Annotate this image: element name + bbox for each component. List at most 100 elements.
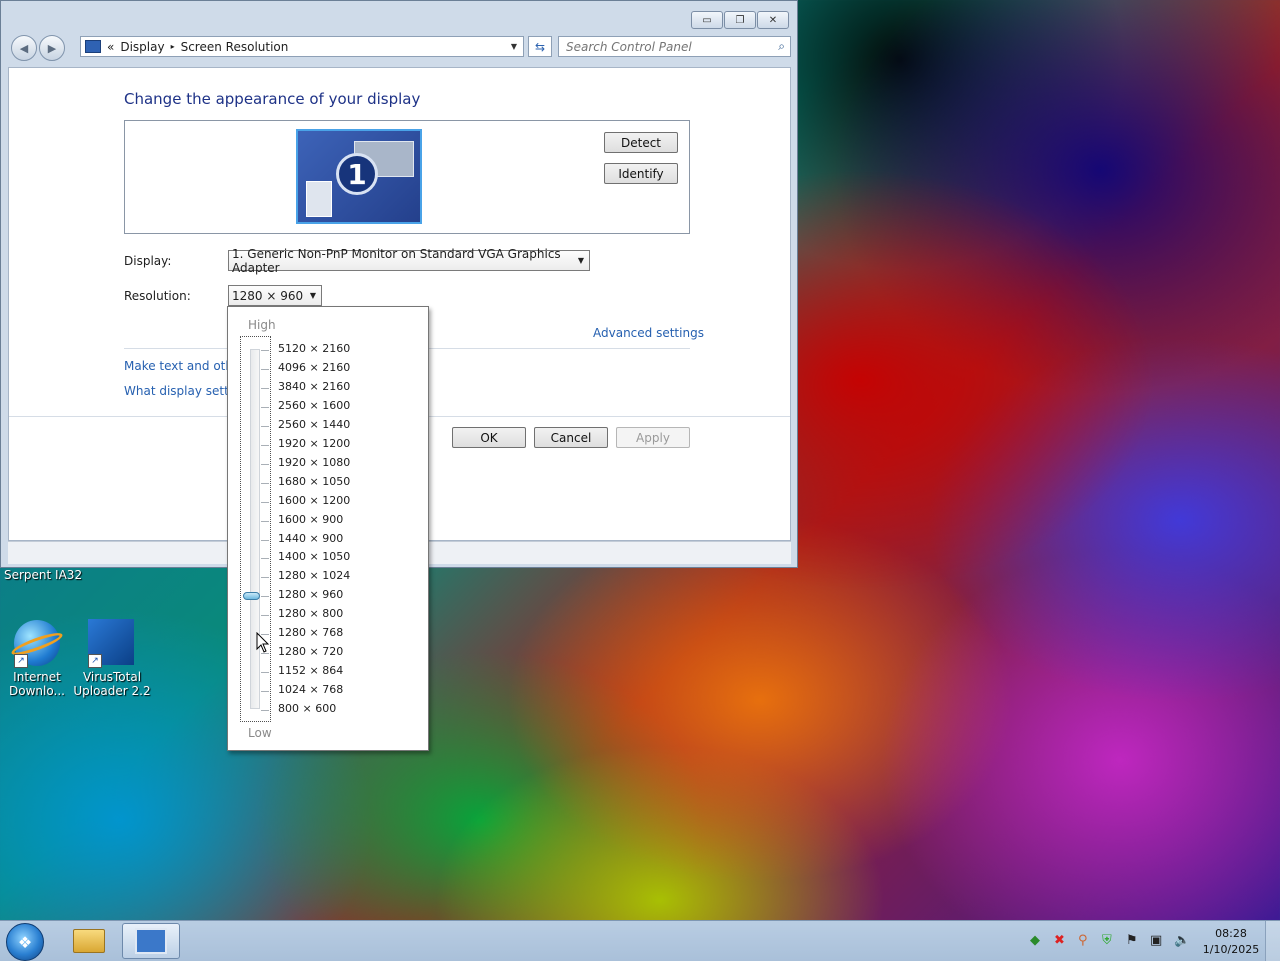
network-monitor-icon[interactable]: ▣	[1150, 933, 1162, 948]
advanced-settings-link[interactable]: Advanced settings	[593, 326, 704, 340]
cancel-button[interactable]: Cancel	[534, 427, 608, 448]
serpent-label: Serpent IA32	[4, 568, 83, 582]
monitor-1-icon[interactable]: 1	[296, 129, 422, 224]
error-tray-icon[interactable]: ✖	[1054, 933, 1065, 948]
window-controls: ▭ ❐ ✕	[691, 11, 789, 29]
slider-tick	[261, 596, 269, 598]
slider-high-label: High	[248, 318, 276, 332]
slider-tick	[261, 577, 269, 579]
show-desktop-button[interactable]	[1265, 921, 1280, 961]
resolution-option[interactable]: 1280 × 720	[278, 645, 343, 658]
slider-tick	[261, 539, 269, 541]
windows-logo-icon: ❖	[17, 932, 33, 952]
slider-low-label: Low	[248, 726, 272, 740]
breadcrumb-separator: «	[107, 39, 115, 54]
resolution-option[interactable]: 1680 × 1050	[278, 475, 350, 488]
resolution-option[interactable]: 800 × 600	[278, 702, 336, 715]
shortcut-arrow-icon: ↗	[88, 654, 102, 668]
resolution-option[interactable]: 4096 × 2160	[278, 361, 350, 374]
resolution-option[interactable]: 1440 × 900	[278, 532, 343, 545]
resolution-option[interactable]: 1280 × 1024	[278, 569, 350, 582]
desktop-icon-label: VirusTotal	[82, 670, 142, 684]
search-box[interactable]: ⌕	[558, 36, 791, 57]
monitor-number: 1	[336, 153, 378, 195]
search-tray-icon[interactable]: ⚲	[1078, 933, 1088, 948]
slider-thumb[interactable]	[243, 592, 260, 601]
slider-tick	[261, 691, 269, 693]
slider-tick	[261, 501, 269, 503]
maximize-icon[interactable]: ❐	[724, 11, 756, 29]
folder-icon	[73, 929, 105, 953]
page-title: Change the appearance of your display	[124, 90, 421, 108]
taskbar: ❖ ◆ ✖ ⚲ ⛨ ⚑ ▣ 🔈 08:28 1/10/2025	[0, 920, 1280, 961]
shortcut-arrow-icon: ↗	[14, 654, 28, 668]
taskbar-explorer[interactable]	[60, 923, 118, 959]
clock-date: 1/10/2025	[1202, 943, 1260, 956]
slider-tick	[261, 520, 269, 522]
start-button[interactable]: ❖	[6, 923, 44, 961]
identify-button[interactable]: Identify	[604, 163, 678, 184]
slider-tick	[261, 482, 269, 484]
resolution-option[interactable]: 1920 × 1200	[278, 437, 350, 450]
display-preview: 1 Detect Identify	[124, 120, 690, 234]
slider-tick	[261, 615, 269, 617]
resolution-option[interactable]: 2560 × 1440	[278, 418, 350, 431]
desktop-icon-label: Uploader 2.2	[73, 684, 151, 698]
resolution-slider[interactable]	[240, 336, 271, 722]
breadcrumb-arrow-icon: ▸	[170, 42, 175, 51]
control-panel-icon	[135, 928, 167, 954]
slider-tick	[261, 558, 269, 560]
resolution-option[interactable]: 1920 × 1080	[278, 456, 350, 469]
resolution-option[interactable]: 1600 × 1200	[278, 494, 350, 507]
slider-track[interactable]	[250, 349, 260, 709]
resolution-select[interactable]: 1280 × 960 ▼	[228, 285, 322, 306]
address-bar[interactable]: « Display ▸ Screen Resolution ▼	[80, 36, 524, 57]
security-tray-icon[interactable]: ⛨	[1102, 933, 1112, 948]
navigation-bar: ◀ ▶ « Display ▸ Screen Resolution ▼ ⇆ ⌕	[9, 34, 791, 61]
action-center-flag-icon[interactable]: ⚑	[1126, 933, 1138, 948]
chevron-down-icon[interactable]: ▼	[511, 42, 517, 51]
desktop-icon-label: Internet	[13, 670, 61, 684]
resolution-option[interactable]: 1024 × 768	[278, 683, 343, 696]
resolution-option[interactable]: 1400 × 1050	[278, 550, 350, 563]
desktop-icon-label: Downlo...	[9, 684, 65, 698]
display-label: Display:	[124, 254, 172, 268]
resolution-option[interactable]: 3840 × 2160	[278, 380, 350, 393]
refresh-button[interactable]: ⇆	[528, 36, 552, 57]
search-input[interactable]	[566, 39, 766, 54]
back-arrow-icon: ◀	[19, 41, 29, 55]
resolution-option[interactable]: 1280 × 768	[278, 626, 343, 639]
slider-tick	[261, 368, 269, 370]
taskbar-control-panel[interactable]	[122, 923, 180, 959]
forward-button[interactable]: ▶	[39, 35, 65, 61]
slider-tick	[261, 387, 269, 389]
back-button[interactable]: ◀	[11, 35, 37, 61]
resolution-option[interactable]: 1600 × 900	[278, 513, 343, 526]
breadcrumb-screen-resolution[interactable]: Screen Resolution	[181, 40, 289, 54]
mouse-cursor-icon	[256, 632, 270, 653]
ok-button[interactable]: OK	[452, 427, 526, 448]
slider-tick	[261, 672, 269, 674]
preview-window-shape	[306, 181, 332, 217]
slider-tick	[261, 710, 269, 712]
detect-button[interactable]: Detect	[604, 132, 678, 153]
resolution-option[interactable]: 1152 × 864	[278, 664, 343, 677]
resolution-option[interactable]: 5120 × 2160	[278, 342, 350, 355]
clock[interactable]: 08:28 1/10/2025	[1200, 926, 1262, 958]
slider-tick	[261, 463, 269, 465]
resolution-option[interactable]: 2560 × 1600	[278, 399, 350, 412]
volume-icon[interactable]: 🔈	[1174, 933, 1190, 948]
refresh-icon: ⇆	[534, 39, 546, 54]
network-tray-icon[interactable]: ◆	[1030, 933, 1040, 948]
close-icon[interactable]: ✕	[757, 11, 789, 29]
apply-button[interactable]: Apply	[616, 427, 690, 448]
display-select[interactable]: 1. Generic Non-PnP Monitor on Standard V…	[228, 247, 590, 275]
resolution-select-value: 1280 × 960	[232, 288, 304, 303]
chevron-down-icon: ▼	[577, 256, 584, 265]
resolution-option[interactable]: 1280 × 960	[278, 588, 343, 601]
resolution-option[interactable]: 1280 × 800	[278, 607, 343, 620]
breadcrumb-display[interactable]: Display	[120, 40, 164, 54]
slider-tick	[261, 425, 269, 427]
search-icon[interactable]: ⌕	[778, 39, 785, 54]
minimize-icon[interactable]: ▭	[691, 11, 723, 29]
